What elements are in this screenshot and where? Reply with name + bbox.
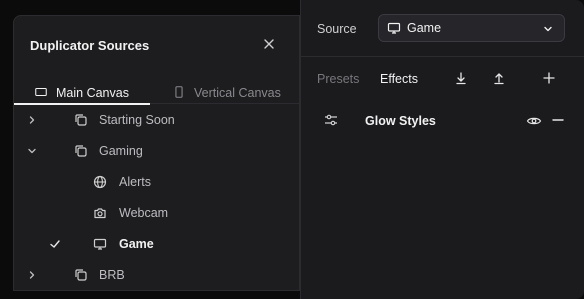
tab-vertical-canvas-label: Vertical Canvas [194, 86, 281, 100]
dialog-title: Duplicator Sources [30, 38, 150, 53]
tab-presets[interactable]: Presets [317, 72, 359, 86]
eye-icon[interactable] [526, 113, 542, 129]
tree-item-game[interactable]: Game [14, 230, 299, 258]
chevron-right-icon[interactable] [26, 269, 38, 281]
portrait-phone-icon [172, 85, 194, 102]
tree-item-starting-soon[interactable]: Starting Soon [14, 106, 299, 134]
checkmark-icon [48, 237, 62, 251]
tree-item-label: Alerts [119, 175, 151, 189]
close-icon[interactable] [261, 36, 277, 52]
duplicator-sources-dialog: Duplicator Sources Main Canvas Vertical … [13, 15, 300, 291]
active-tab-indicator [14, 103, 150, 105]
monitor-icon [387, 21, 401, 35]
globe-icon [93, 175, 107, 189]
chevron-down-icon [542, 23, 554, 35]
chevron-down-icon[interactable] [26, 145, 38, 157]
scene-copy-icon [74, 113, 88, 127]
plus-icon[interactable] [541, 70, 557, 86]
monitor-icon [93, 237, 107, 251]
tree-item-label: Starting Soon [99, 113, 175, 127]
tab-main-canvas[interactable]: Main Canvas [34, 82, 129, 104]
upload-icon[interactable] [491, 70, 507, 86]
scene-copy-icon [74, 268, 88, 282]
sliders-icon [323, 112, 339, 128]
effect-name: Glow Styles [365, 114, 436, 128]
landscape-screen-icon [34, 85, 56, 102]
tree-item-label: BRB [99, 268, 125, 282]
tab-effects[interactable]: Effects [380, 72, 418, 86]
tree-item-alerts[interactable]: Alerts [14, 168, 299, 196]
tree-item-label: Game [119, 237, 154, 251]
dialog-header: Duplicator Sources [14, 16, 299, 72]
scene-copy-icon [74, 144, 88, 158]
tree-item-gaming[interactable]: Gaming [14, 137, 299, 165]
remove-effect-icon[interactable] [551, 113, 565, 127]
tree-item-brb[interactable]: BRB [14, 261, 299, 289]
camera-icon [93, 206, 107, 220]
source-select-value: Game [407, 21, 442, 35]
tree-item-label: Gaming [99, 144, 143, 158]
chevron-right-icon[interactable] [26, 114, 38, 126]
section-divider [301, 56, 584, 57]
tree-item-webcam[interactable]: Webcam [14, 199, 299, 227]
tab-vertical-canvas[interactable]: Vertical Canvas [172, 82, 281, 104]
source-label: Source [317, 22, 357, 36]
effects-panel: Source Game Presets Effects Glow Styles [300, 0, 584, 299]
tab-main-canvas-label: Main Canvas [56, 86, 129, 100]
source-select[interactable]: Game [378, 14, 565, 42]
effect-item-glow-styles[interactable]: Glow Styles [301, 108, 584, 134]
canvas-tabs: Main Canvas Vertical Canvas [14, 82, 299, 105]
tree-item-label: Webcam [119, 206, 169, 220]
download-icon[interactable] [453, 70, 469, 86]
